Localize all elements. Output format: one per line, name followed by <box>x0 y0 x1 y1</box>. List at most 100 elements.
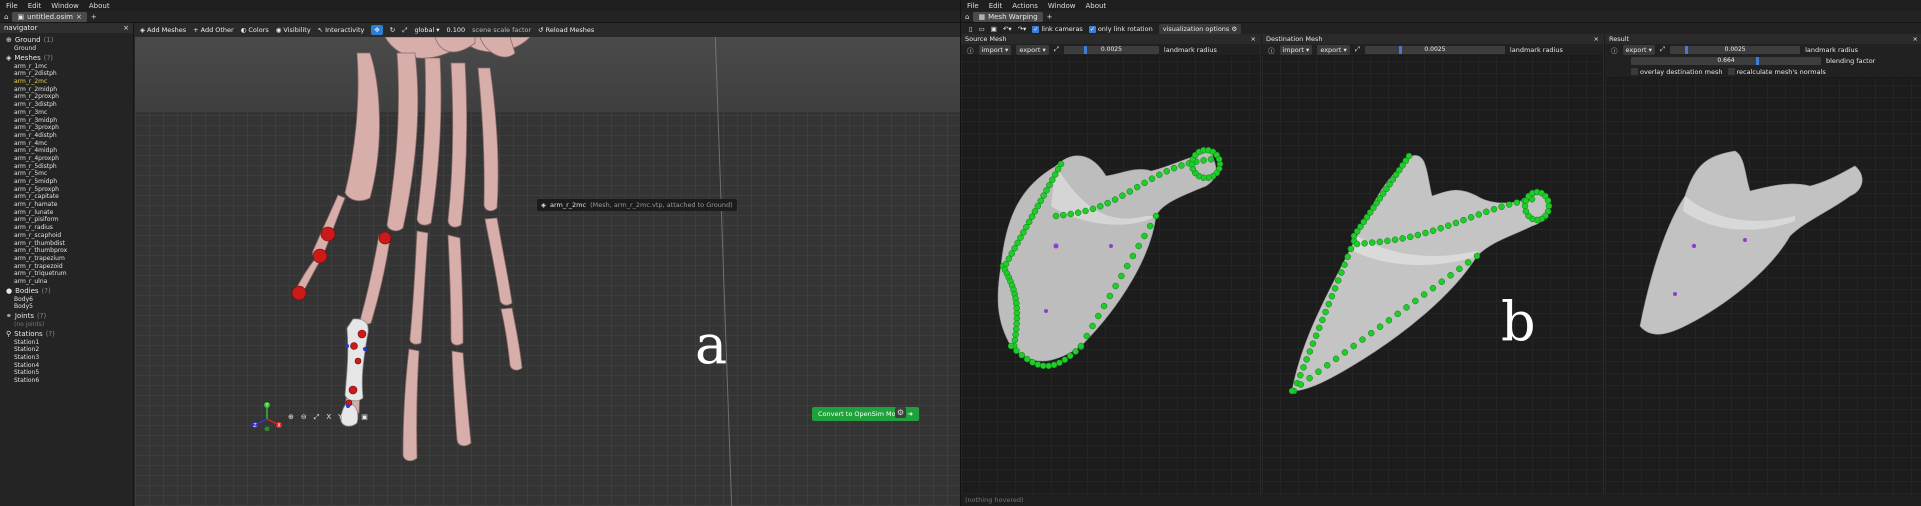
list-item[interactable]: arm_r_5proxph <box>0 186 133 194</box>
list-item[interactable]: Body5 <box>0 303 133 311</box>
landmark-point[interactable] <box>1438 278 1446 285</box>
list-item[interactable]: arm_r_ulna <box>0 278 133 286</box>
landmark-point[interactable] <box>1376 238 1384 246</box>
source-scapula-mesh[interactable] <box>961 56 1261 496</box>
redo-icon[interactable]: ↷▾ <box>1018 25 1027 33</box>
landmark-point[interactable] <box>1020 229 1027 236</box>
add-other-button[interactable]: + Add Other <box>193 26 234 34</box>
landmark-point[interactable] <box>1077 342 1085 350</box>
landmark-point[interactable] <box>1403 304 1410 311</box>
landmark-point[interactable] <box>1452 219 1460 227</box>
list-item[interactable]: arm_r_trapezoid <box>0 263 133 271</box>
landmark-point[interactable] <box>1325 300 1332 308</box>
expand-icon[interactable]: ⤢ <box>1660 45 1665 54</box>
list-item[interactable]: Station3 <box>0 354 133 362</box>
landmark-point[interactable] <box>1046 181 1053 189</box>
landmark-point[interactable] <box>1005 255 1013 262</box>
expand-icon[interactable]: ⤢ <box>1355 45 1360 54</box>
list-item[interactable]: arm_r_2distph <box>0 70 133 78</box>
landmark-point[interactable] <box>1013 347 1020 354</box>
open-folder-icon[interactable]: ▭ <box>979 25 985 33</box>
expand-icon[interactable]: ⤢ <box>1054 45 1059 54</box>
landmark-point[interactable] <box>1473 252 1481 260</box>
hand-skeleton[interactable] <box>135 23 960 506</box>
landmark-point[interactable] <box>1056 359 1063 367</box>
interactivity-button[interactable]: ↖ Interactivity <box>318 26 365 34</box>
landmark-point[interactable] <box>1391 236 1399 243</box>
landmark-point[interactable] <box>1066 352 1074 360</box>
list-item[interactable]: arm_r_thumbprox <box>0 247 133 255</box>
landmark-point[interactable] <box>1288 387 1296 395</box>
landmark-point[interactable] <box>1118 272 1125 280</box>
group-joints[interactable]: ⚭ Joints (?) <box>0 311 133 321</box>
landmark-point[interactable] <box>1025 218 1033 226</box>
landmark-point[interactable] <box>1111 196 1119 203</box>
landmark-point[interactable] <box>1341 261 1348 268</box>
landmark-point[interactable] <box>1544 197 1552 204</box>
list-item[interactable]: arm_r_3mc <box>0 109 133 117</box>
landmark-point[interactable] <box>1437 225 1444 232</box>
landmark-point[interactable] <box>1051 171 1059 178</box>
landmark-point[interactable] <box>1112 282 1119 290</box>
group-bodies[interactable]: ● Bodies (?) <box>0 286 133 296</box>
list-item[interactable]: arm_r_4distph <box>0 132 133 140</box>
landmark-point[interactable] <box>1135 242 1142 250</box>
list-item[interactable]: arm_r_2midph <box>0 86 133 94</box>
landmark-point[interactable] <box>1083 332 1091 340</box>
landmark-point[interactable] <box>1037 197 1044 205</box>
close-icon[interactable]: × <box>1251 35 1256 43</box>
landmark-point[interactable] <box>1429 227 1437 234</box>
list-item[interactable]: arm_r_pisiform <box>0 216 133 224</box>
landmark-point[interactable] <box>1456 265 1463 273</box>
list-item[interactable]: arm_r_2mc <box>0 78 133 86</box>
close-icon[interactable]: × <box>1594 35 1599 43</box>
landmark-point[interactable] <box>1498 203 1505 211</box>
landmark-point[interactable] <box>1338 269 1345 276</box>
list-item[interactable]: arm_r_trapezium <box>0 255 133 263</box>
landmark-point[interactable] <box>1178 162 1185 169</box>
landmark-point[interactable] <box>1067 210 1075 218</box>
landmark-point[interactable] <box>1368 329 1375 337</box>
landmark-point[interactable] <box>1306 348 1314 355</box>
landmark-point[interactable] <box>1074 209 1082 216</box>
slider-knob[interactable] <box>1685 45 1689 54</box>
menu-about[interactable]: About <box>89 2 110 10</box>
fit-view-icon[interactable]: ⤢ <box>314 413 320 422</box>
landmark-point[interactable] <box>1309 340 1317 347</box>
landmark-point[interactable] <box>1156 171 1163 179</box>
list-item[interactable]: arm_r_3distph <box>0 101 133 109</box>
list-item[interactable]: arm_r_thumbdist <box>0 240 133 248</box>
list-item[interactable]: Body6 <box>0 296 133 304</box>
landmark-point[interactable] <box>1011 336 1019 344</box>
zoom-out-icon[interactable]: ⊖ <box>301 413 307 422</box>
scale-factor-input[interactable]: 0.100 <box>447 26 466 34</box>
landmark-point[interactable] <box>1300 364 1307 371</box>
landmark-point[interactable] <box>1031 208 1039 215</box>
landmark-point[interactable] <box>1082 207 1089 215</box>
result-landmark-radius-slider[interactable]: 0.0025 <box>1670 45 1801 54</box>
menu-actions[interactable]: Actions <box>1012 2 1038 10</box>
landmark-point[interactable] <box>1328 293 1336 300</box>
list-item[interactable]: arm_r_capitate <box>0 193 133 201</box>
menu-window[interactable]: Window <box>1048 2 1076 10</box>
source-mesh-panel[interactable]: Source Mesh × ⓘ import ▾ export ▾ ⤢ 0.002… <box>961 34 1261 506</box>
landmark-point[interactable] <box>1095 312 1102 320</box>
landmark-point[interactable] <box>1297 381 1305 388</box>
list-item[interactable]: arm_r_4proxph <box>0 155 133 163</box>
landmark-point[interactable] <box>1012 331 1019 338</box>
landmark-point[interactable] <box>1315 368 1322 375</box>
add-tab-icon[interactable]: + <box>1047 13 1053 21</box>
menu-window[interactable]: Window <box>51 2 79 10</box>
landmark-point[interactable] <box>1018 351 1026 359</box>
menu-file[interactable]: File <box>6 2 18 10</box>
group-stations[interactable]: ⚲ Stations (?) <box>0 329 133 339</box>
list-item[interactable]: arm_r_5mc <box>0 170 133 178</box>
landmark-point[interactable] <box>1152 212 1160 220</box>
source-export-dropdown[interactable]: export ▾ <box>1016 44 1049 55</box>
menu-file[interactable]: File <box>967 2 979 10</box>
landmark-point[interactable] <box>1361 240 1368 247</box>
landmark-point[interactable] <box>1017 234 1024 241</box>
landmark-point[interactable] <box>1521 202 1529 210</box>
landmark-point[interactable] <box>1359 336 1366 343</box>
landmark-point[interactable] <box>1303 356 1310 363</box>
